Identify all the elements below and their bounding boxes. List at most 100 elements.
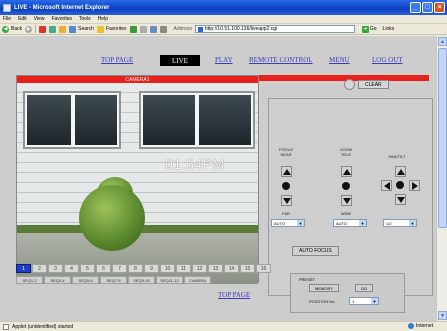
go-arrow-icon: ➔ <box>361 25 369 33</box>
links-label[interactable]: Links <box>383 26 395 32</box>
sequence-button[interactable]: CAMERA <box>184 276 211 284</box>
channel-button[interactable]: 10 <box>160 264 175 273</box>
scroll-down-icon[interactable]: ▼ <box>438 311 447 320</box>
chevron-down-icon: ▼ <box>359 220 366 226</box>
home-icon[interactable] <box>59 25 67 33</box>
channel-button[interactable]: 1 <box>16 264 31 273</box>
up-arrow-icon <box>342 168 351 175</box>
pan-right-button[interactable] <box>409 180 420 191</box>
menu-help[interactable]: Help <box>98 16 108 22</box>
nav-live[interactable]: LIVE <box>160 55 200 66</box>
nav-menu[interactable]: MENU <box>329 56 350 64</box>
preset-memory-button[interactable]: MEMORY <box>309 284 339 292</box>
zoom-stop-button[interactable] <box>342 182 350 190</box>
menu-view[interactable]: View <box>34 16 45 22</box>
channel-button[interactable]: 11 <box>176 264 191 273</box>
sequence-button[interactable]: SEQ1-2 <box>16 276 43 284</box>
browser-toolbar: ◀ Back ▶ Search Favorites Address http:/… <box>0 24 447 35</box>
nav-remote-control[interactable]: REMOTE CONTROL <box>249 56 313 64</box>
address-bar[interactable]: http://10.51.100.136/liveapp2.cgi <box>194 25 355 33</box>
clear-button[interactable]: CLEAR <box>358 80 389 89</box>
media-icon[interactable] <box>129 25 137 33</box>
zoom-tele-button[interactable] <box>341 166 352 177</box>
tilt-down-button[interactable] <box>395 194 406 205</box>
focus-mode-select[interactable]: AUTO ▼ <box>271 219 305 227</box>
zoom-control: ZOOM TELE <box>333 147 359 157</box>
search-button[interactable]: Search <box>69 25 94 33</box>
print-icon[interactable] <box>149 25 157 33</box>
down-arrow-icon <box>342 197 351 204</box>
channel-button[interactable]: 5 <box>80 264 95 273</box>
window-right <box>139 91 255 149</box>
refresh-icon[interactable] <box>49 25 57 33</box>
camera-view[interactable]: CAMERA1 01:54PM <box>16 75 259 284</box>
menu-file[interactable]: File <box>3 16 11 22</box>
menu-edit[interactable]: Edit <box>18 16 27 22</box>
security-zone: Internet <box>408 323 433 329</box>
tilt-up-button[interactable] <box>395 166 406 177</box>
edit-icon[interactable] <box>159 25 167 33</box>
focus-mode-value: AUTO <box>274 220 286 226</box>
down-arrow-icon <box>282 197 291 204</box>
vertical-scrollbar[interactable]: ▲ ▼ <box>436 36 447 321</box>
focus-control: FOCUS NEAR <box>273 147 299 157</box>
forward-arrow-icon[interactable]: ▶ <box>25 25 33 33</box>
channel-button[interactable]: 15 <box>240 264 255 273</box>
back-label: Back <box>11 26 23 32</box>
channel-button[interactable]: 16 <box>256 264 271 273</box>
back-button[interactable]: ◀ Back <box>2 25 23 33</box>
minimize-button[interactable]: _ <box>410 2 421 13</box>
channel-button[interactable]: 7 <box>112 264 127 273</box>
focus-far-button[interactable] <box>281 195 292 206</box>
clear-indicator-icon <box>344 79 355 90</box>
favorites-button[interactable]: Favorites <box>96 25 127 33</box>
scroll-up-icon[interactable]: ▲ <box>438 37 447 46</box>
sequence-button[interactable]: SEQ9-10 <box>128 276 155 284</box>
camera-timestamp: 01:54PM <box>165 156 225 172</box>
nav-play[interactable]: PLAY <box>215 56 233 64</box>
maximize-button[interactable]: □ <box>422 2 433 13</box>
sequence-button[interactable]: SEQ5-6 <box>72 276 99 284</box>
sequence-button[interactable]: SEQ3-4 <box>44 276 71 284</box>
camera-header: CAMERA1 <box>17 76 258 83</box>
sequence-buttons: SEQ1-2 SEQ3-4 SEQ5-6 SEQ7-8 SEQ9-10 SEQ1… <box>16 276 211 284</box>
channel-button[interactable]: 3 <box>48 264 63 273</box>
zone-label: Internet <box>416 323 433 329</box>
nav-top-page[interactable]: TOP PAGE <box>101 56 133 64</box>
far-label-group: FAR <box>273 211 299 216</box>
channel-button[interactable]: 2 <box>32 264 47 273</box>
scroll-thumb[interactable] <box>438 48 447 228</box>
up-arrow-icon <box>396 168 405 175</box>
camera-control-panel: FOCUS NEAR FAR ZOOM TELE WIDE PAN/TILT A… <box>268 98 433 296</box>
channel-button[interactable]: 12 <box>192 264 207 273</box>
close-button[interactable]: × <box>434 2 445 13</box>
channel-button[interactable]: 9 <box>144 264 159 273</box>
focus-near-button[interactable] <box>281 166 292 177</box>
preset-go-button[interactable]: GO <box>355 284 374 292</box>
wide-label: WIDE <box>340 211 352 216</box>
auto-focus-button[interactable]: AUTO FOCUS <box>292 246 339 256</box>
channel-button[interactable]: 4 <box>64 264 79 273</box>
focus-stop-button[interactable] <box>282 182 290 190</box>
zoom-mode-select[interactable]: AUTO ▼ <box>333 219 367 227</box>
channel-button[interactable]: 8 <box>128 264 143 273</box>
sequence-button[interactable]: SEQ7-8 <box>100 276 127 284</box>
sequence-button[interactable]: SEQ11-12 <box>156 276 183 284</box>
favorites-label: Favorites <box>105 26 127 32</box>
channel-button[interactable]: 14 <box>224 264 239 273</box>
pan-left-button[interactable] <box>381 180 392 191</box>
go-button[interactable]: ➔ Go <box>361 25 377 33</box>
pantilt-speed-select[interactable]: 1/2 ▼ <box>383 219 417 227</box>
menu-tools[interactable]: Tools <box>79 16 91 22</box>
stop-icon[interactable] <box>39 25 47 33</box>
nav-log-out[interactable]: LOG OUT <box>372 56 403 64</box>
pantilt-stop-button[interactable] <box>396 181 404 189</box>
bottom-top-page-link[interactable]: TOP PAGE <box>218 291 250 299</box>
position-select[interactable]: 1 ▼ <box>349 297 379 305</box>
channel-button[interactable]: 6 <box>96 264 111 273</box>
menu-favorites[interactable]: Favorites <box>51 16 72 22</box>
clear-area: CLEAR <box>344 79 389 90</box>
zoom-wide-button[interactable] <box>341 195 352 206</box>
mail-icon[interactable] <box>139 25 147 33</box>
channel-button[interactable]: 13 <box>208 264 223 273</box>
